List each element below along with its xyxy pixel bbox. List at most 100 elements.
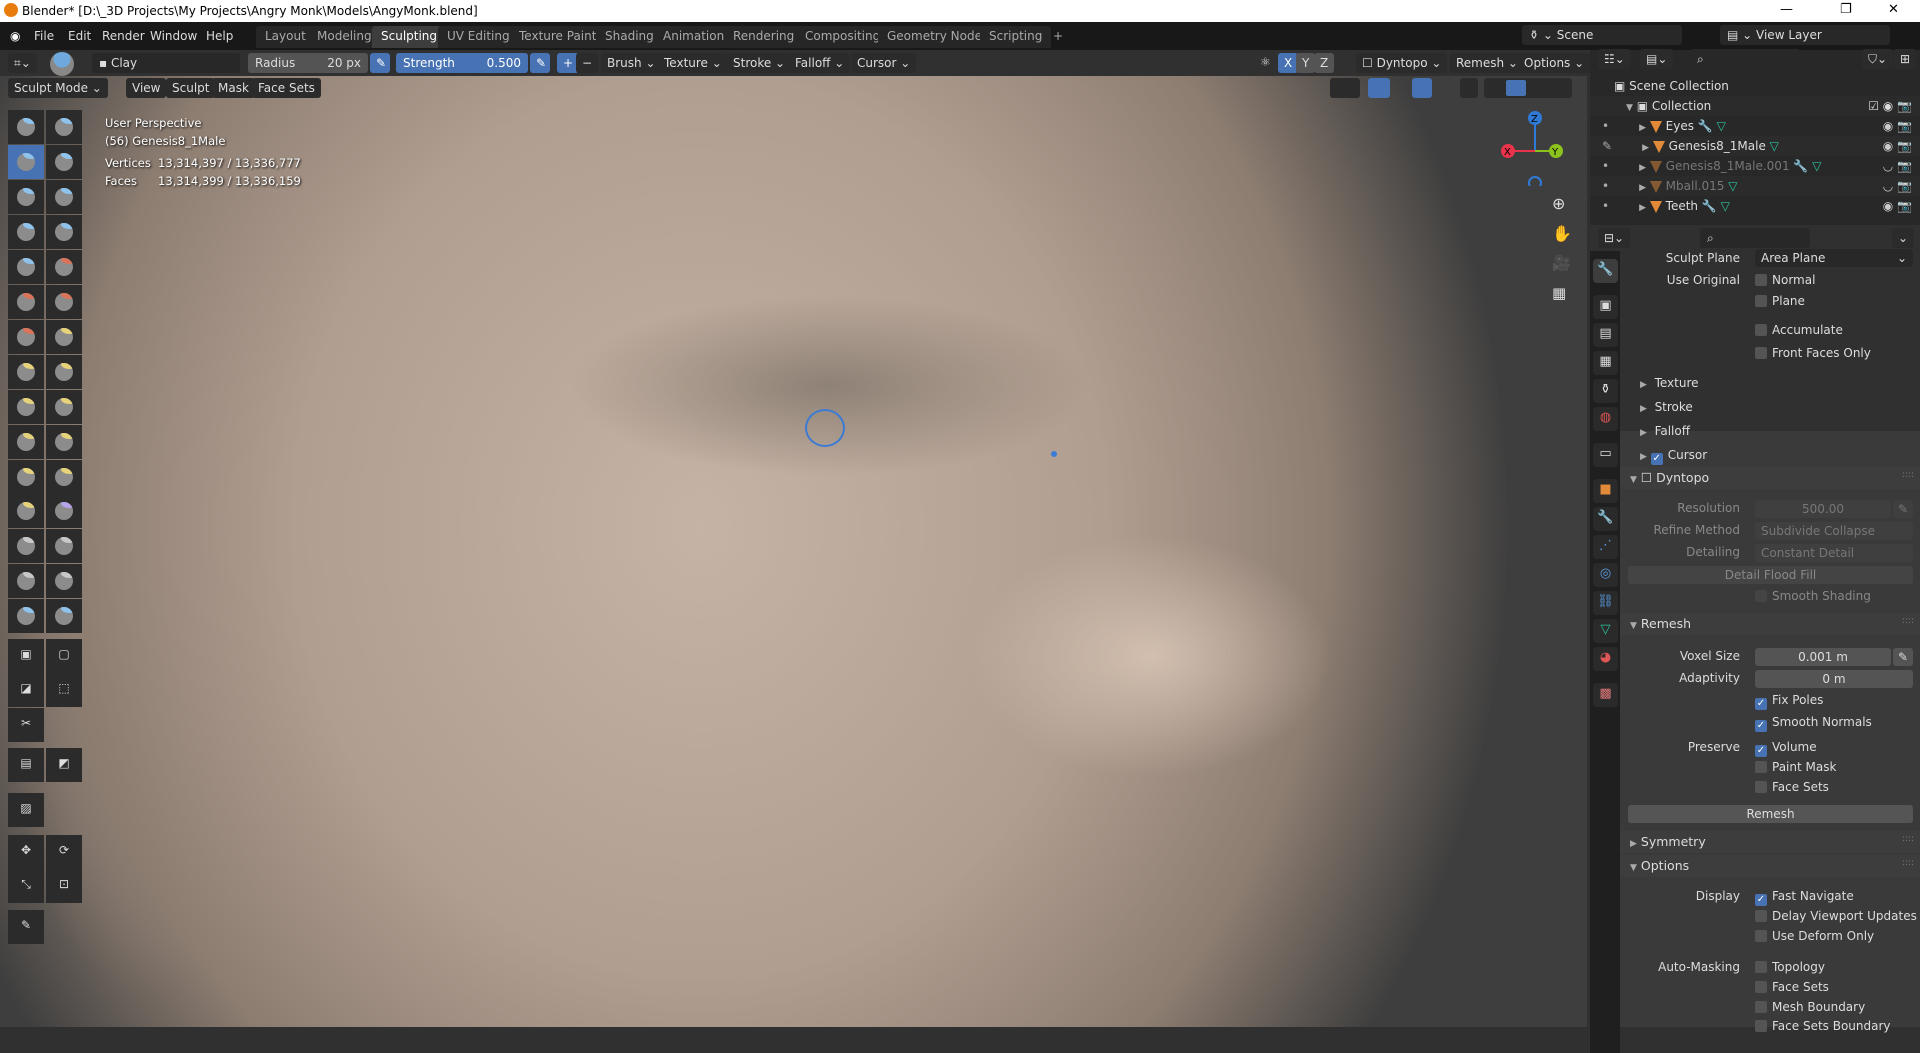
object-tab-icon[interactable]: ■ xyxy=(1593,479,1618,503)
tool-settings-icon[interactable]: ⌗⌄ xyxy=(8,53,37,73)
fast-navigate-checkbox[interactable]: ✓ Fast Navigate xyxy=(1755,889,1854,906)
radius-field[interactable]: Radius 20 px xyxy=(248,53,368,73)
delay-viewport-updates-checkbox[interactable]: Delay Viewport Updates xyxy=(1755,909,1917,923)
expand-icon[interactable]: ▶ xyxy=(1639,183,1646,193)
navigation-gizmo[interactable]: Z X Y xyxy=(1490,106,1570,186)
texture-tab-icon[interactable]: ▩ xyxy=(1593,683,1618,707)
sculpt-brush-tool-22[interactable] xyxy=(46,460,82,494)
resolution-field[interactable]: 500.00 xyxy=(1755,500,1891,518)
remesh-button[interactable]: Remesh xyxy=(1628,805,1913,823)
preserve-face-sets-checkbox[interactable]: Face Sets xyxy=(1755,780,1829,794)
sculpt-plane-dropdown[interactable]: Area Plane ⌄ xyxy=(1755,249,1913,267)
mirror-y-toggle[interactable]: Y xyxy=(1296,53,1316,73)
outliner-object-row[interactable]: ✎ ▶ Genesis8_1Male ▽ ◉ 📷 xyxy=(1590,136,1920,156)
smooth-normals-checkbox[interactable]: ✓ Smooth Normals xyxy=(1755,715,1872,732)
tool-button-4[interactable]: ⬚ xyxy=(46,673,82,707)
blender-menu-icon[interactable]: ◉ xyxy=(10,29,20,43)
material-tab-icon[interactable]: ◕ xyxy=(1593,647,1618,671)
particles-tab-icon[interactable]: ⋰ xyxy=(1593,535,1618,559)
detail-flood-fill-button[interactable]: Detail Flood Fill xyxy=(1628,566,1913,584)
menu-sculpt[interactable]: Sculpt xyxy=(166,78,216,98)
shading-mode-buttons[interactable] xyxy=(1484,78,1572,98)
outliner-object-row[interactable]: • ▶ Eyes 🔧 ▽ ◉ 📷 xyxy=(1590,116,1920,136)
properties-search-input[interactable]: ⌕ xyxy=(1700,228,1810,248)
sculpt-brush-tool-15[interactable] xyxy=(8,355,44,389)
output-tab-icon[interactable]: ▤ xyxy=(1593,323,1618,347)
visibility-icon[interactable] xyxy=(1330,78,1360,98)
sculpt-brush-tool-14[interactable] xyxy=(46,320,82,354)
strength-field[interactable]: Strength 0.500 xyxy=(396,53,528,73)
view-layer-tab-icon[interactable]: ▦ xyxy=(1593,351,1618,375)
cursor-menu[interactable]: Cursor ⌄ xyxy=(851,53,917,73)
brush-preview-icon[interactable] xyxy=(50,52,74,76)
maximize-button[interactable]: ❐ xyxy=(1840,2,1852,17)
world-tab-icon[interactable]: ◍ xyxy=(1593,407,1618,431)
falloff-menu[interactable]: Falloff ⌄ xyxy=(789,53,851,73)
solid-shading-icon[interactable] xyxy=(1506,80,1526,96)
mirror-z-toggle[interactable]: Z xyxy=(1314,53,1335,73)
options-menu[interactable]: Options ⌄ xyxy=(1518,53,1591,73)
front-faces-only-checkbox[interactable]: Front Faces Only xyxy=(1755,346,1871,360)
dyntopo-panel-header[interactable]: ▼ ☐ Dyntopo:::: xyxy=(1620,467,1920,489)
filter-view-icon[interactable]: ▤⌄ xyxy=(1640,49,1674,69)
sculpt-brush-tool-29[interactable] xyxy=(8,599,44,633)
constraints-tab-icon[interactable]: ⛓ xyxy=(1593,591,1618,615)
tool-button-3[interactable]: ◪ xyxy=(8,673,44,707)
menu-edit[interactable]: Edit xyxy=(68,29,91,43)
outliner-search-input[interactable]: ⌕ xyxy=(1690,49,1800,69)
use-original-normal-checkbox[interactable]: Normal xyxy=(1755,273,1815,287)
eye-icon[interactable]: ◉ 📷 xyxy=(1883,139,1912,153)
modifier-tab-icon[interactable]: 🔧 xyxy=(1593,507,1618,531)
sculpt-brush-tool-13[interactable] xyxy=(8,320,44,354)
adaptivity-field[interactable]: 0 m xyxy=(1755,670,1913,688)
sculpt-brush-tool-16[interactable] xyxy=(46,355,82,389)
sculpt-brush-tool-12[interactable] xyxy=(46,285,82,319)
sculpt-brush-tool-4[interactable] xyxy=(46,145,82,179)
outliner-object-row[interactable]: • ▶ Mball.015 ▽ ◡ 📷 xyxy=(1590,176,1920,196)
collection-row[interactable]: ▼ ▣ Collection ☑ ◉ 📷 xyxy=(1590,96,1920,116)
sculpt-brush-tool-23[interactable] xyxy=(8,494,44,528)
tool-button-9[interactable]: ✥ xyxy=(8,835,44,869)
tab-compositing[interactable]: Compositing xyxy=(796,26,890,48)
stroke-menu[interactable]: Stroke ⌄ xyxy=(727,53,792,73)
view-layer-selector[interactable]: ▤ ⌄ View Layer xyxy=(1720,25,1890,45)
sculpt-brush-tool-5[interactable] xyxy=(8,180,44,214)
eye-closed-icon[interactable]: ◡ 📷 xyxy=(1883,179,1912,193)
tool-button-10[interactable]: ⟳ xyxy=(46,835,82,869)
sculpt-brush-tool-26[interactable] xyxy=(46,529,82,563)
texture-menu[interactable]: Texture ⌄ xyxy=(658,53,728,73)
tool-button-7[interactable]: ◩ xyxy=(46,748,82,782)
automask-face-sets-boundary-checkbox[interactable]: Face Sets Boundary xyxy=(1755,1019,1891,1033)
use-original-plane-checkbox[interactable]: Plane xyxy=(1755,294,1805,308)
use-deform-only-checkbox[interactable]: Use Deform Only xyxy=(1755,929,1874,943)
brush-name-field[interactable]: ▪ Clay xyxy=(92,53,240,73)
automask-mesh-boundary-checkbox[interactable]: Mesh Boundary xyxy=(1755,1000,1865,1014)
sculpt-brush-tool-3[interactable] xyxy=(8,145,44,179)
tool-button-8[interactable]: ▨ xyxy=(8,793,44,827)
collection-toggles[interactable]: ☑ ◉ 📷 xyxy=(1868,99,1912,113)
tab-animation[interactable]: Animation xyxy=(654,26,734,48)
outliner-object-row[interactable]: • ▶ Genesis8_1Male.001 🔧 ▽ ◡ 📷 xyxy=(1590,156,1920,176)
expand-icon[interactable]: ▶ xyxy=(1642,143,1649,153)
pan-hand-icon[interactable]: ✋ xyxy=(1552,224,1572,243)
sculpt-brush-tool-17[interactable] xyxy=(8,390,44,424)
menu-face-sets[interactable]: Face Sets xyxy=(252,78,321,98)
strength-pressure-icon[interactable]: ✎ xyxy=(530,53,550,73)
expand-icon[interactable]: ▶ xyxy=(1639,123,1646,133)
menu-file[interactable]: File xyxy=(34,29,54,43)
camera-icon[interactable]: 🎥 xyxy=(1552,254,1571,272)
eye-closed-icon[interactable]: ◡ 📷 xyxy=(1883,159,1912,173)
options-panel-header[interactable]: ▼ Options:::: xyxy=(1620,855,1920,877)
scene-selector[interactable]: ⚱ ⌄ Scene xyxy=(1522,25,1682,45)
data-tab-icon[interactable]: ▽ xyxy=(1593,619,1618,643)
menu-window[interactable]: Window xyxy=(150,29,197,43)
scene-tab-icon[interactable]: ⚱ xyxy=(1593,379,1618,403)
add-workspace-button[interactable]: + xyxy=(1044,26,1072,48)
menu-view[interactable]: View xyxy=(126,78,167,98)
tab-uv-editing[interactable]: UV Editing xyxy=(438,26,519,48)
sculpt-brush-tool-30[interactable] xyxy=(46,599,82,633)
tool-button-1[interactable]: ▣ xyxy=(8,639,44,673)
sculpt-brush-tool-25[interactable] xyxy=(8,529,44,563)
falloff-subpanel[interactable]: ▶ Falloff xyxy=(1640,424,1690,438)
automask-topology-checkbox[interactable]: Topology xyxy=(1755,960,1825,974)
